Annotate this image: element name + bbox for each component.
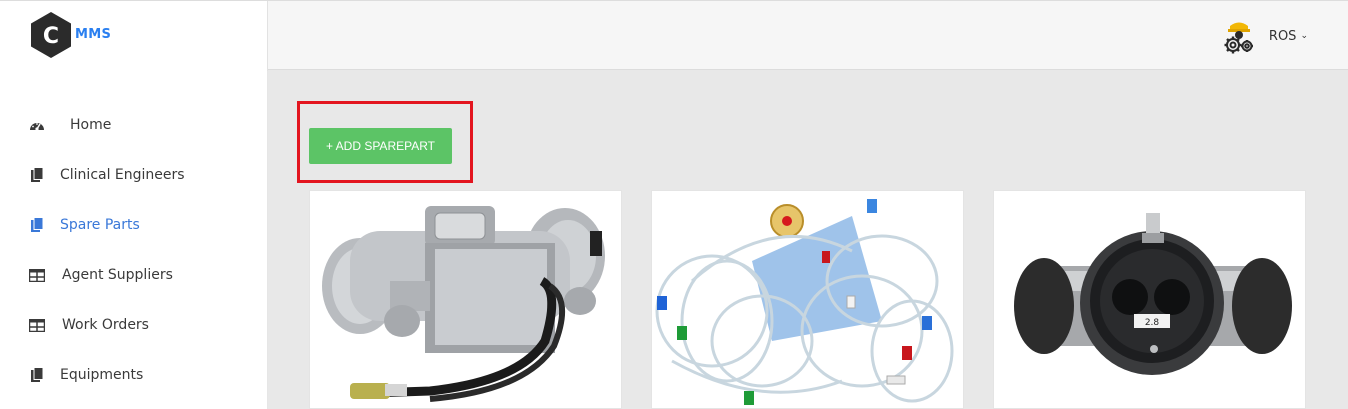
svg-text:2.8: 2.8 — [1145, 318, 1160, 328]
tubing-set-image — [652, 191, 963, 408]
sparepart-card[interactable] — [651, 190, 964, 409]
chevron-down-icon: ⌄ — [1300, 31, 1308, 41]
dashboard-icon — [28, 117, 46, 133]
add-sparepart-button[interactable]: + ADD SPAREPART — [309, 128, 452, 164]
sidebar-item-work-orders[interactable]: Work Orders — [28, 313, 149, 337]
pump-motor-image — [310, 191, 621, 408]
sidebar-item-clinical-engineers[interactable]: Clinical Engineers — [28, 163, 185, 187]
sidebar-item-label: Home — [70, 117, 112, 133]
copy-icon — [28, 167, 46, 183]
sidebar-item-label: Agent Suppliers — [62, 267, 173, 283]
sidebar-item-spare-parts[interactable]: Spare Parts — [28, 213, 140, 237]
sidebar: Home Clinical Engineers Spare Parts Agen… — [0, 71, 268, 409]
sidebar-item-label: Equipments — [60, 367, 144, 383]
sidebar-item-label: Clinical Engineers — [60, 167, 185, 183]
logo-letter: C — [43, 24, 59, 49]
optical-adapter-image: 2.8 — [994, 191, 1305, 408]
copy-icon — [28, 217, 46, 233]
gear-worker-icon — [1224, 22, 1253, 54]
sidebar-item-label: Work Orders — [62, 317, 149, 333]
brand-name: MMS — [75, 27, 112, 42]
sidebar-item-home[interactable]: Home — [28, 113, 111, 137]
table-icon — [28, 267, 46, 283]
logo-hexagon: C — [31, 12, 71, 58]
sidebar-item-label: Spare Parts — [60, 217, 140, 233]
top-bar: C MMS ROS ⌄ — [0, 0, 1348, 71]
user-menu[interactable]: ROS ⌄ — [1219, 16, 1308, 56]
sidebar-item-agent-suppliers[interactable]: Agent Suppliers — [28, 263, 173, 287]
sparepart-card[interactable] — [309, 190, 622, 409]
sparepart-card[interactable]: 2.8 — [993, 190, 1306, 409]
copy-icon — [28, 367, 46, 383]
sidebar-item-equipments[interactable]: Equipments — [28, 363, 143, 387]
brand[interactable]: C MMS — [0, 1, 268, 71]
table-icon — [28, 317, 46, 333]
user-name: ROS — [1268, 28, 1297, 44]
